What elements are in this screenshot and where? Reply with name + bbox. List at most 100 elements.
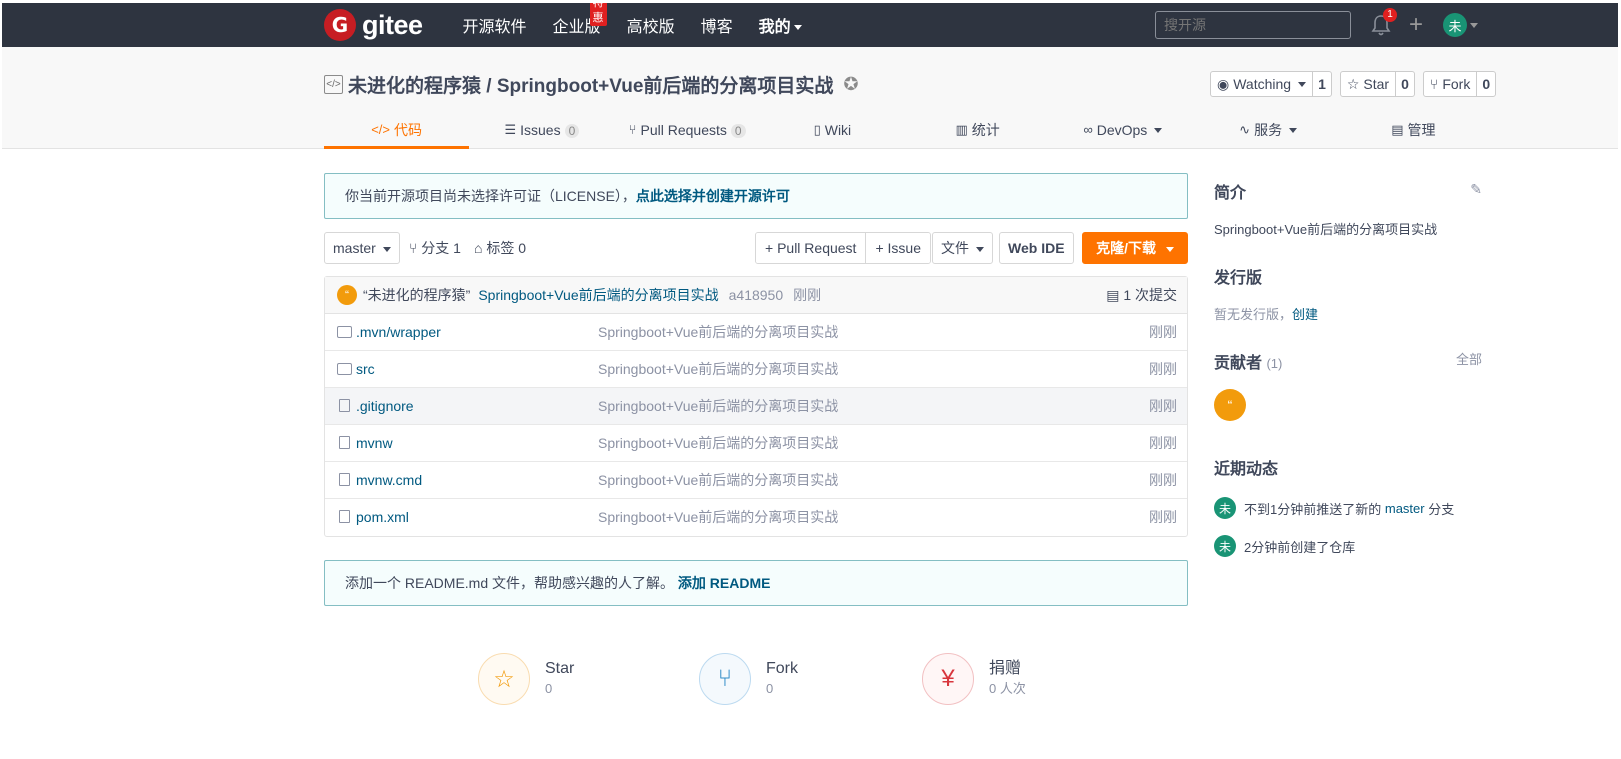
all-contributors-link[interactable]: 全部 xyxy=(1456,349,1482,368)
sidebar-activity: 近期动态 未 不到1分钟前推送了新的 master 分支 未 2分钟前创建了仓库 xyxy=(1214,455,1484,557)
commit-sha[interactable]: a418950 xyxy=(729,287,784,303)
infinity-icon: ∞ xyxy=(1083,122,1093,137)
file-name[interactable]: pom.xml xyxy=(356,499,409,536)
tab-stats[interactable]: ▥ 统计 xyxy=(905,115,1050,149)
nav-open-source[interactable]: 开源软件 xyxy=(463,13,527,37)
edit-icon[interactable]: ✎ xyxy=(1470,181,1482,198)
project-title: </> 未进化的程序猿 / Springboot+Vue前后端的分离项目实战 ✪ xyxy=(324,71,858,98)
file-name[interactable]: mvnw.cmd xyxy=(356,462,422,499)
last-commit-row: “ “未进化的程序猿” Springboot+Vue前后端的分离项目实战 a41… xyxy=(325,277,1187,314)
activity-avatar[interactable]: 未 xyxy=(1214,497,1236,519)
file-row[interactable]: .gitignore Springboot+Vue前后端的分离项目实战 刚刚 xyxy=(325,388,1187,425)
watching-button[interactable]: ◉ Watching 1 xyxy=(1210,71,1332,97)
file-row[interactable]: mvnw.cmd Springboot+Vue前后端的分离项目实战 刚刚 xyxy=(325,462,1187,499)
repo-tabs: </> 代码 ☰ Issues 0 ⑂ Pull Requests 0 ▯ Wiki ▥ 统计… xyxy=(324,115,1486,149)
create-release-link[interactable]: 创建 xyxy=(1292,307,1318,322)
star-count[interactable]: 0 xyxy=(1395,72,1414,96)
commit-author[interactable]: “未进化的程序猿” xyxy=(363,285,470,305)
tab-services-label: 服务 xyxy=(1254,122,1283,138)
file-time: 刚刚 xyxy=(1149,509,1177,525)
file-commit-message[interactable]: Springboot+Vue前后端的分离项目实战 xyxy=(598,462,838,499)
tab-code[interactable]: </> 代码 xyxy=(324,115,470,149)
file-name[interactable]: .gitignore xyxy=(356,388,414,425)
search-input[interactable] xyxy=(1155,11,1351,39)
user-menu-chevron-icon[interactable] xyxy=(1470,22,1479,28)
user-avatar[interactable]: 未 xyxy=(1443,13,1468,37)
watching-label: Watching xyxy=(1233,76,1292,92)
new-pull-request-button[interactable]: + Pull Request xyxy=(756,233,866,263)
file-menu-button[interactable]: 文件 xyxy=(932,232,993,264)
file-row[interactable]: mvnw Springboot+Vue前后端的分离项目实战 刚刚 xyxy=(325,425,1187,462)
activity-text-suffix: 分支 xyxy=(1428,501,1455,517)
commit-time: 刚刚 xyxy=(793,287,822,303)
clone-download-button[interactable]: 克隆/下载 xyxy=(1082,232,1188,264)
file-icon xyxy=(339,436,350,449)
chevron-down-icon xyxy=(1154,128,1163,133)
pulse-icon: ∿ xyxy=(1239,122,1251,137)
nav-enterprise[interactable]: 企业版 特惠 xyxy=(553,3,607,37)
star-button[interactable]: ☆ Star 0 xyxy=(1339,71,1415,97)
gitee-logo-text: gitee xyxy=(362,9,423,40)
tag-count[interactable]: ⌂ 标签 0 xyxy=(474,232,526,264)
repo-toolbar: master ⑂ 分支 1 ⌂ 标签 0 + Pull Request + Is… xyxy=(324,232,1188,264)
fork-icon: ⑂ xyxy=(1429,76,1439,92)
tab-services[interactable]: ∿ 服务 xyxy=(1196,115,1341,149)
tab-pull-requests-label: Pull Requests xyxy=(640,122,727,138)
tab-issues[interactable]: ☰ Issues 0 xyxy=(469,115,614,149)
file-row[interactable]: .mvn/wrapper Springboot+Vue前后端的分离项目实战 刚刚 xyxy=(325,314,1187,351)
file-name[interactable]: .mvn/wrapper xyxy=(356,314,441,351)
branch-icon: ⑂ xyxy=(409,240,418,256)
file-menu-label: 文件 xyxy=(941,240,969,256)
file-row[interactable]: pom.xml Springboot+Vue前后端的分离项目实战 刚刚 xyxy=(325,499,1187,536)
star-icon: ☆ xyxy=(478,653,530,705)
tab-devops-label: DevOps xyxy=(1096,122,1148,138)
nav-blog[interactable]: 博客 xyxy=(701,13,733,37)
fork-stat[interactable]: ⑂ Fork 0 xyxy=(699,653,798,705)
fork-count[interactable]: 0 xyxy=(1476,72,1495,96)
file-icon xyxy=(339,473,350,486)
activity-branch-link[interactable]: master xyxy=(1385,501,1425,516)
activity-avatar[interactable]: 未 xyxy=(1214,535,1236,557)
branch-select[interactable]: master xyxy=(324,232,400,264)
file-name[interactable]: mvnw xyxy=(356,425,393,462)
star-stat[interactable]: ☆ Star 0 xyxy=(478,653,574,705)
add-readme-link[interactable]: 添加 README xyxy=(678,575,771,591)
watching-count[interactable]: 1 xyxy=(1312,72,1331,96)
fork-label: Fork xyxy=(1442,76,1471,92)
commit-message[interactable]: Springboot+Vue前后端的分离项目实战 xyxy=(478,285,718,305)
file-commit-message[interactable]: Springboot+Vue前后端的分离项目实战 xyxy=(598,499,838,536)
donate-stat[interactable]: ¥ 捐赠 0 人次 xyxy=(922,653,1026,705)
commit-count[interactable]: ▤ 1 次提交 xyxy=(1106,277,1177,314)
fork-button[interactable]: ⑂ Fork 0 xyxy=(1422,71,1497,97)
nav-education[interactable]: 高校版 xyxy=(627,13,675,37)
donate-stat-value: 0 人次 xyxy=(989,681,1026,696)
clone-download-label: 克隆/下载 xyxy=(1096,240,1156,256)
gitee-logo[interactable]: G gitee xyxy=(324,9,423,41)
plus-icon[interactable]: + xyxy=(1409,13,1423,37)
tab-wiki[interactable]: ▯ Wiki xyxy=(760,115,905,149)
web-ide-button[interactable]: Web IDE xyxy=(999,232,1074,264)
file-commit-message[interactable]: Springboot+Vue前后端的分离项目实战 xyxy=(598,351,838,388)
eye-icon: ◉ xyxy=(1217,76,1230,92)
chevron-down-icon xyxy=(793,25,802,31)
nav-mine[interactable]: 我的 xyxy=(759,13,802,37)
star-icon: ☆ xyxy=(1346,76,1360,92)
create-license-link[interactable]: 点此选择并创建开源许可 xyxy=(636,188,790,204)
file-name[interactable]: src xyxy=(356,351,375,388)
new-issue-button[interactable]: + Issue xyxy=(865,233,930,263)
file-time: 刚刚 xyxy=(1149,398,1177,414)
branch-count[interactable]: ⑂ 分支 1 xyxy=(409,232,461,264)
file-commit-message[interactable]: Springboot+Vue前后端的分离项目实战 xyxy=(598,314,838,351)
tab-devops[interactable]: ∞ DevOps xyxy=(1050,115,1195,149)
contributor-avatar[interactable]: “ xyxy=(1214,389,1246,421)
file-row[interactable]: src Springboot+Vue前后端的分离项目实战 刚刚 xyxy=(325,351,1187,388)
readme-notice-text: 添加一个 README.md 文件，帮助感兴趣的人了解。 xyxy=(345,575,675,591)
file-commit-message[interactable]: Springboot+Vue前后端的分离项目实战 xyxy=(598,388,838,425)
file-commit-message[interactable]: Springboot+Vue前后端的分离项目实战 xyxy=(598,425,838,462)
tab-manage[interactable]: ▤ 管理 xyxy=(1341,115,1486,149)
commit-author-avatar[interactable]: “ xyxy=(337,285,357,305)
tab-pull-requests[interactable]: ⑂ Pull Requests 0 xyxy=(615,115,760,149)
project-title-text[interactable]: 未进化的程序猿 / Springboot+Vue前后端的分离项目实战 xyxy=(348,71,833,98)
gitee-logo-icon: G xyxy=(324,9,356,41)
notification-bell[interactable]: 1 xyxy=(1371,8,1397,36)
